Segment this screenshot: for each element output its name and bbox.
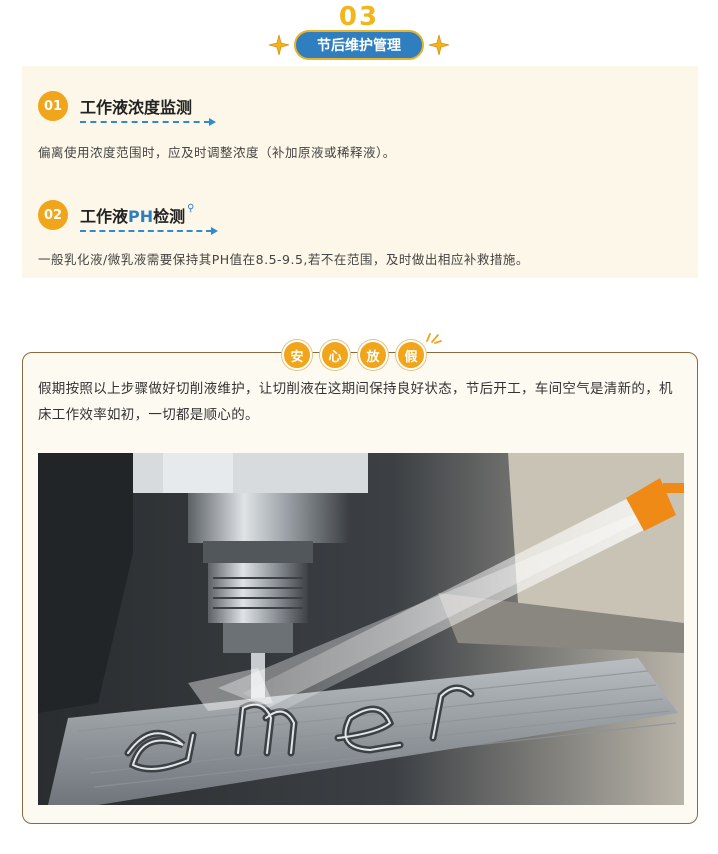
item-title-suffix: 检测: [153, 207, 186, 226]
holiday-paragraph: 假期按照以上步骤做好切削液维护，让切削液在这期间保持良好状态，节后开工，车间空气…: [38, 381, 673, 423]
arrow-icon: [209, 118, 216, 126]
magnifier-icon: ⚲: [187, 203, 195, 214]
section-title: 节后维护管理: [294, 30, 424, 60]
dashed-underline: [80, 230, 212, 232]
item-text: 一般乳化液/微乳液需要保持其PH值在8.5-9.5,若不在范围，及时做出相应补救…: [38, 252, 529, 267]
item-badge: 01: [38, 91, 68, 121]
holiday-char: 心: [320, 340, 350, 370]
item-heading: 02 工作液PH检测 ⚲: [38, 200, 194, 230]
item-heading: 01 工作液浓度监测: [38, 91, 192, 121]
item-badge: 02: [38, 200, 68, 230]
star-icon: [428, 34, 450, 56]
item-text: 偏离使用浓度范围时，应及时调整浓度（补加原液或稀释液）。: [38, 145, 396, 160]
dashed-underline: [80, 121, 210, 123]
page: 03 节后维护管理 01 工作液浓度监测 偏离使用浓度范围时，应及时调整浓度（补…: [0, 0, 718, 854]
holiday-char: 安: [282, 340, 312, 370]
section-header: 节后维护管理: [0, 30, 718, 60]
item-title-prefix: 工作液: [80, 207, 129, 226]
holiday-char: 假: [396, 340, 426, 370]
item-title-highlight: PH: [128, 207, 154, 226]
sparkle-icon: [426, 333, 442, 344]
item-title: 工作液浓度监测: [80, 98, 193, 117]
star-icon: [268, 34, 290, 56]
cnc-photo-illustration: [38, 453, 684, 805]
holiday-char: 放: [358, 340, 388, 370]
section-number: 03: [338, 2, 380, 32]
maintenance-panel: 01 工作液浓度监测 偏离使用浓度范围时，应及时调整浓度（补加原液或稀释液）。 …: [22, 66, 698, 278]
item-title: 工作液PH检测 ⚲: [80, 203, 194, 227]
cnc-machining-photo: [38, 453, 684, 805]
holiday-title: 安 心 放 假: [282, 340, 426, 370]
arrow-icon: [211, 227, 218, 235]
